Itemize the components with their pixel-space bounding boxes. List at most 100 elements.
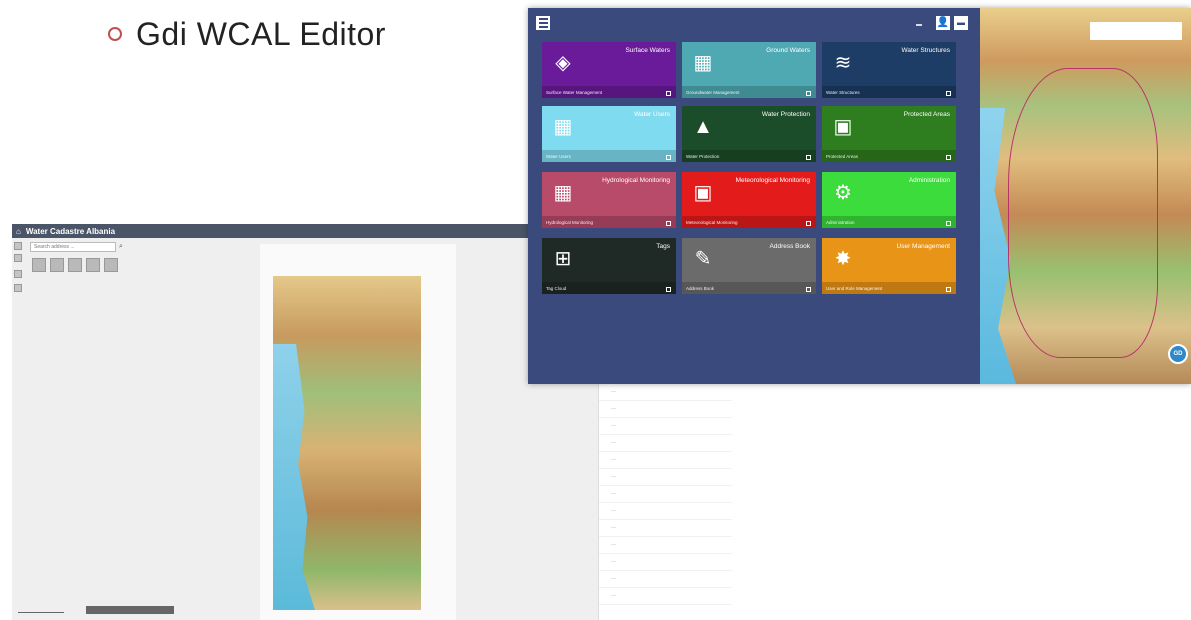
layer-list-item[interactable] [599,418,732,435]
search-icon[interactable]: ⌕ [116,242,126,252]
tile-water-protection[interactable]: ▲ Water Protection Water Protection [682,106,816,162]
open-arrow-icon[interactable] [946,91,951,96]
tile-title: Tags [656,243,670,250]
tile-subtitle: Administration [826,220,855,225]
tile-subtitle: Water Structures [826,90,860,95]
tile-ground-waters[interactable]: ▦ Ground Waters Groundwater Management [682,42,816,98]
zoom-out-tool-button[interactable] [50,258,64,272]
measure-tool-button[interactable] [86,258,100,272]
side-tool-button[interactable] [14,254,22,262]
hamburger-menu-icon[interactable] [536,16,550,30]
layer-list-item[interactable] [599,554,732,571]
tile-subtitle: Surface Water Management [546,90,603,95]
tile-subtitle: Meteorological Monitoring [686,220,738,225]
foreground-app-window: 👤 ▬ ◈ Surface Waters Surface Water Manag… [528,8,1191,384]
open-arrow-icon[interactable] [946,287,951,292]
layer-list-item[interactable] [599,384,732,401]
layer-list-item[interactable] [599,486,732,503]
region-boundary [1008,68,1158,358]
tile-subtitle: Protected Areas [826,154,859,159]
waves-icon: ≋ [834,52,852,74]
home-icon[interactable]: ⌂ [16,227,21,236]
print-tool-button[interactable] [104,258,118,272]
tile-title: Protected Areas [903,111,950,118]
side-tool-button[interactable] [14,242,22,250]
tile-address-book[interactable]: ✎ Address Book Address Book [682,238,816,294]
tile-title: Water Structures [901,47,950,54]
bullet-circle-icon [108,27,122,41]
warning-icon: ▲ [693,116,713,138]
background-search-input[interactable]: Search address ... [30,242,116,252]
document-icon: ▣ [833,116,853,138]
open-arrow-icon[interactable] [666,155,671,160]
slide-title-text: Gdi WCAL Editor [136,15,386,52]
scale-bar [18,606,64,613]
tile-title: Water Protection [761,111,810,118]
tile-subtitle: Groundwater Management [686,90,740,95]
tile-title: Surface Waters [625,47,670,54]
stamp-icon: ⊞ [554,248,572,270]
open-arrow-icon[interactable] [806,91,811,96]
background-app-title: Water Cadastre Albania [25,226,116,236]
tile-subtitle: Water Protection [686,154,720,159]
layer-list-item[interactable] [599,520,732,537]
document-icon: ▣ [693,182,713,204]
tile-administration[interactable]: ⚙ Administration Administration [822,172,956,228]
user-icon[interactable]: 👤 [936,16,950,30]
tile-subtitle: User and Role Management [826,286,883,291]
open-arrow-icon[interactable] [946,221,951,226]
layer-list-item[interactable] [599,588,732,605]
side-tool-button[interactable] [14,284,22,292]
tile-title: Meteorological Monitoring [735,177,810,184]
layer-list-item[interactable] [599,401,732,418]
map-info-box [1090,22,1182,40]
tile-subtitle: Hydrological Monitoring [546,220,594,225]
layer-list-item[interactable] [599,435,732,452]
layer-list-item[interactable] [599,452,732,469]
tile-title: User Management [896,243,950,250]
minimize-icon[interactable] [916,24,922,26]
map-icon: ▦ [553,116,573,138]
map-icon: ▦ [553,182,573,204]
open-arrow-icon[interactable] [806,287,811,292]
tile-title: Administration [908,177,950,184]
tile-meteorological-monitoring[interactable]: ▣ Meteorological Monitoring Meteorologic… [682,172,816,228]
tile-water-users[interactable]: ▦ Water Users Water Users [542,106,676,162]
open-arrow-icon[interactable] [666,287,671,292]
slide-title: Gdi WCAL Editor [108,14,386,54]
tile-title: Hydrological Monitoring [602,177,670,184]
tile-title: Address Book [769,243,810,250]
open-arrow-icon[interactable] [946,155,951,160]
tile-protected-areas[interactable]: ▣ Protected Areas Protected Areas [822,106,956,162]
zoom-in-tool-button[interactable] [32,258,46,272]
tile-hydrological-monitoring[interactable]: ▦ Hydrological Monitoring Hydrological M… [542,172,676,228]
tile-title: Water Users [634,111,670,118]
settings-icon: ⚙ [834,182,852,204]
map-icon: ▦ [693,52,713,74]
tile-water-structures[interactable]: ≋ Water Structures Water Structures [822,42,956,98]
tile-subtitle: Water Users [546,154,571,159]
gear-icon: ✸ [834,248,852,270]
coordinate-readout [86,606,174,614]
open-arrow-icon[interactable] [806,155,811,160]
tile-surface-waters[interactable]: ◈ Surface Waters Surface Water Managemen… [542,42,676,98]
tile-subtitle: Tag Cloud [546,286,567,291]
language-flag-icon[interactable]: ▬ [954,16,968,30]
layer-list-item[interactable] [599,571,732,588]
tile-tags[interactable]: ⊞ Tags Tag Cloud [542,238,676,294]
map-badge-button[interactable]: GD [1168,344,1188,364]
layer-list-item[interactable] [599,469,732,486]
open-arrow-icon[interactable] [806,221,811,226]
edit-icon: ✎ [694,248,712,270]
layer-list-item[interactable] [599,537,732,554]
tile-user-management[interactable]: ✸ User Management User and Role Manageme… [822,238,956,294]
layers-icon: ◈ [555,52,571,74]
tile-title: Ground Waters [766,47,810,54]
open-arrow-icon[interactable] [666,221,671,226]
tile-subtitle: Address Book [686,286,715,291]
open-arrow-icon[interactable] [666,91,671,96]
pan-tool-button[interactable] [68,258,82,272]
side-tool-button[interactable] [14,270,22,278]
layer-list-item[interactable] [599,503,732,520]
layer-list[interactable] [598,384,732,620]
